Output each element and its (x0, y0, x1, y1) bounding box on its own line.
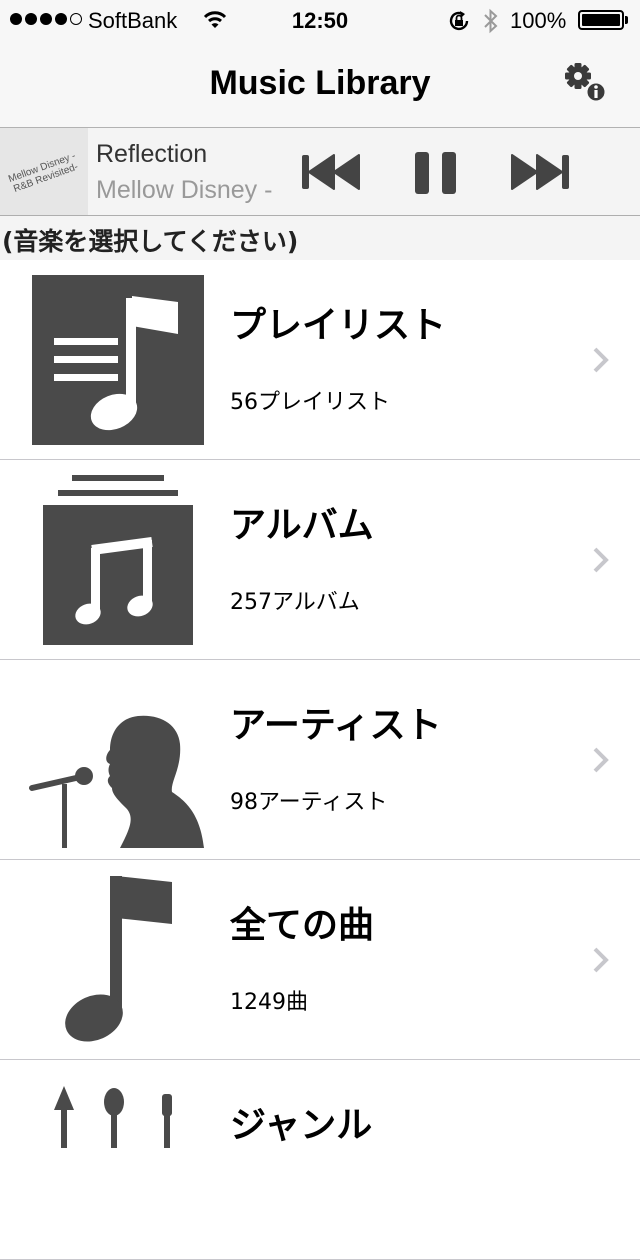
rotation-lock-icon (447, 9, 471, 39)
chevron-right-icon (593, 947, 609, 973)
chevron-right-icon (593, 547, 609, 573)
list-item-albums[interactable]: アルバム 257アルバム (0, 460, 640, 660)
list-item-title: プレイリスト (230, 305, 447, 346)
gear-info-icon (565, 63, 607, 103)
list-item-title: ジャンル (230, 1105, 373, 1146)
now-playing-artist: Mellow Disney - (96, 176, 273, 204)
list-item-title: アーティスト (230, 705, 442, 746)
list-item-count: 257アルバム (230, 590, 360, 615)
genre-icon (54, 1086, 172, 1148)
list-item-artists[interactable]: アーティスト 98アーティスト (0, 660, 640, 860)
list-item-all-songs[interactable]: 全ての曲 1249曲 (0, 860, 640, 1060)
now-playing-bar[interactable]: Mellow Disney - R&B Revisited- Reflectio… (0, 128, 640, 216)
previous-track-button[interactable] (300, 152, 362, 196)
list-item-title: アルバム (230, 505, 374, 546)
battery-icon (578, 10, 624, 30)
chevron-right-icon (593, 347, 609, 373)
artist-icon (29, 715, 204, 848)
battery-tip (625, 16, 628, 24)
next-track-button[interactable] (509, 152, 571, 196)
settings-button[interactable] (560, 60, 610, 108)
skip-forward-icon (511, 154, 569, 190)
playlist-icon (32, 275, 204, 445)
skip-back-icon (302, 154, 360, 190)
pause-icon (415, 152, 456, 194)
chevron-right-icon (593, 747, 609, 773)
section-header: (音楽を選択してください) (0, 216, 640, 260)
section-header-text: (音楽を選択してください) (2, 227, 299, 256)
status-bar: SoftBank 12:50 100% (0, 0, 640, 40)
list-item-title: 全ての曲 (230, 905, 375, 946)
list-item-playlists[interactable]: プレイリスト 56プレイリスト (0, 260, 640, 460)
navigation-bar: Music Library (0, 40, 640, 128)
list-item-count: 98アーティスト (230, 790, 388, 815)
album-icon (43, 475, 193, 645)
category-list: プレイリスト 56プレイリスト アルバム 257アルバム アーティスト 98アー… (0, 260, 640, 1260)
artwork-caption: Mellow Disney - R&B Revisited- (0, 146, 88, 201)
now-playing-title: Reflection (96, 140, 208, 168)
list-item-genres[interactable]: ジャンル (0, 1060, 640, 1260)
page-title: Music Library (209, 64, 431, 102)
list-item-count: 56プレイリスト (230, 390, 390, 415)
pause-button[interactable] (412, 150, 460, 200)
album-artwork[interactable]: Mellow Disney - R&B Revisited- (0, 128, 88, 215)
bluetooth-icon (483, 8, 499, 40)
list-item-count: 1249曲 (230, 990, 308, 1015)
song-icon (65, 876, 172, 1042)
battery-percentage: 100% (510, 8, 567, 33)
